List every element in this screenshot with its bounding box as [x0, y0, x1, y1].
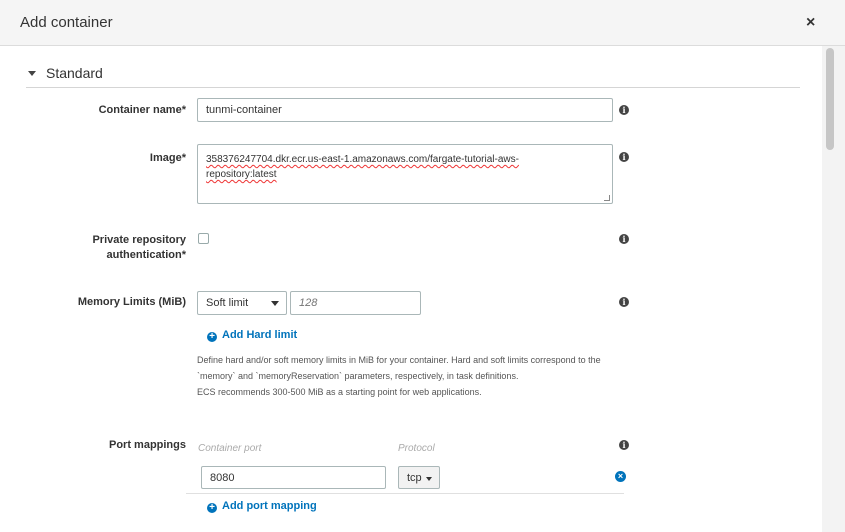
- image-line-2: repository:latest: [206, 169, 277, 180]
- private-repo-label: Private repository authentication*: [16, 233, 186, 263]
- help-line: ECS recommends 300-500 MiB as a starting…: [197, 387, 482, 397]
- scrollbar-thumb[interactable]: [826, 48, 834, 150]
- image-label: Image*: [149, 152, 186, 164]
- protocol-column-header: Protocol: [398, 443, 435, 454]
- image-textarea[interactable]: 358376247704.dkr.ecr.us-east-1.amazonaws…: [197, 144, 613, 204]
- memory-limit-type-value: Soft limit: [206, 297, 249, 309]
- private-repo-label-line2: authentication*: [106, 249, 186, 261]
- private-repo-label-line1: Private repository: [92, 234, 186, 246]
- add-hard-limit-link[interactable]: + Add Hard limit: [207, 329, 297, 342]
- memory-limit-type-select[interactable]: Soft limit: [197, 291, 287, 315]
- container-name-input[interactable]: [197, 98, 613, 122]
- section-title[interactable]: Standard: [46, 65, 103, 81]
- section-header-standard[interactable]: Standard: [26, 64, 800, 88]
- protocol-select[interactable]: tcp: [398, 466, 440, 489]
- divider: [186, 493, 624, 494]
- info-icon[interactable]: i: [619, 234, 629, 244]
- info-icon[interactable]: i: [619, 297, 629, 307]
- port-mappings-label: Port mappings: [108, 439, 186, 451]
- add-port-mapping-link[interactable]: + Add port mapping: [207, 500, 317, 513]
- memory-help-text: Define hard and/or soft memory limits in…: [197, 352, 627, 400]
- add-port-mapping-label[interactable]: Add port mapping: [222, 500, 317, 512]
- resize-handle-icon[interactable]: [604, 195, 610, 201]
- info-icon[interactable]: i: [619, 105, 629, 115]
- dialog-header: Add container ×: [0, 0, 845, 46]
- info-icon[interactable]: i: [619, 152, 629, 162]
- caret-down-icon: [271, 301, 279, 306]
- caret-down-icon: [426, 477, 432, 481]
- container-port-column-header: Container port: [198, 443, 262, 454]
- close-icon[interactable]: ×: [806, 15, 815, 31]
- help-line: Define hard and/or soft memory limits in…: [197, 355, 601, 365]
- dialog-title: Add container: [20, 14, 113, 31]
- info-icon[interactable]: i: [619, 440, 629, 450]
- image-line-1: 358376247704.dkr.ecr.us-east-1.amazonaws…: [206, 154, 519, 165]
- caret-down-icon[interactable]: [28, 71, 36, 76]
- memory-limits-label: Memory Limits (MiB): [77, 296, 186, 308]
- remove-port-mapping-icon[interactable]: ×: [615, 471, 626, 482]
- container-name-label: Container name*: [98, 104, 186, 116]
- protocol-value: tcp: [407, 472, 422, 484]
- add-hard-limit-label[interactable]: Add Hard limit: [222, 329, 297, 341]
- plus-circle-icon[interactable]: +: [207, 332, 217, 342]
- plus-circle-icon[interactable]: +: [207, 503, 217, 513]
- soft-limit-input[interactable]: [290, 291, 421, 315]
- private-repo-checkbox[interactable]: [198, 233, 209, 244]
- help-line: `memory` and `memoryReservation` paramet…: [197, 371, 519, 381]
- container-port-input[interactable]: [201, 466, 386, 489]
